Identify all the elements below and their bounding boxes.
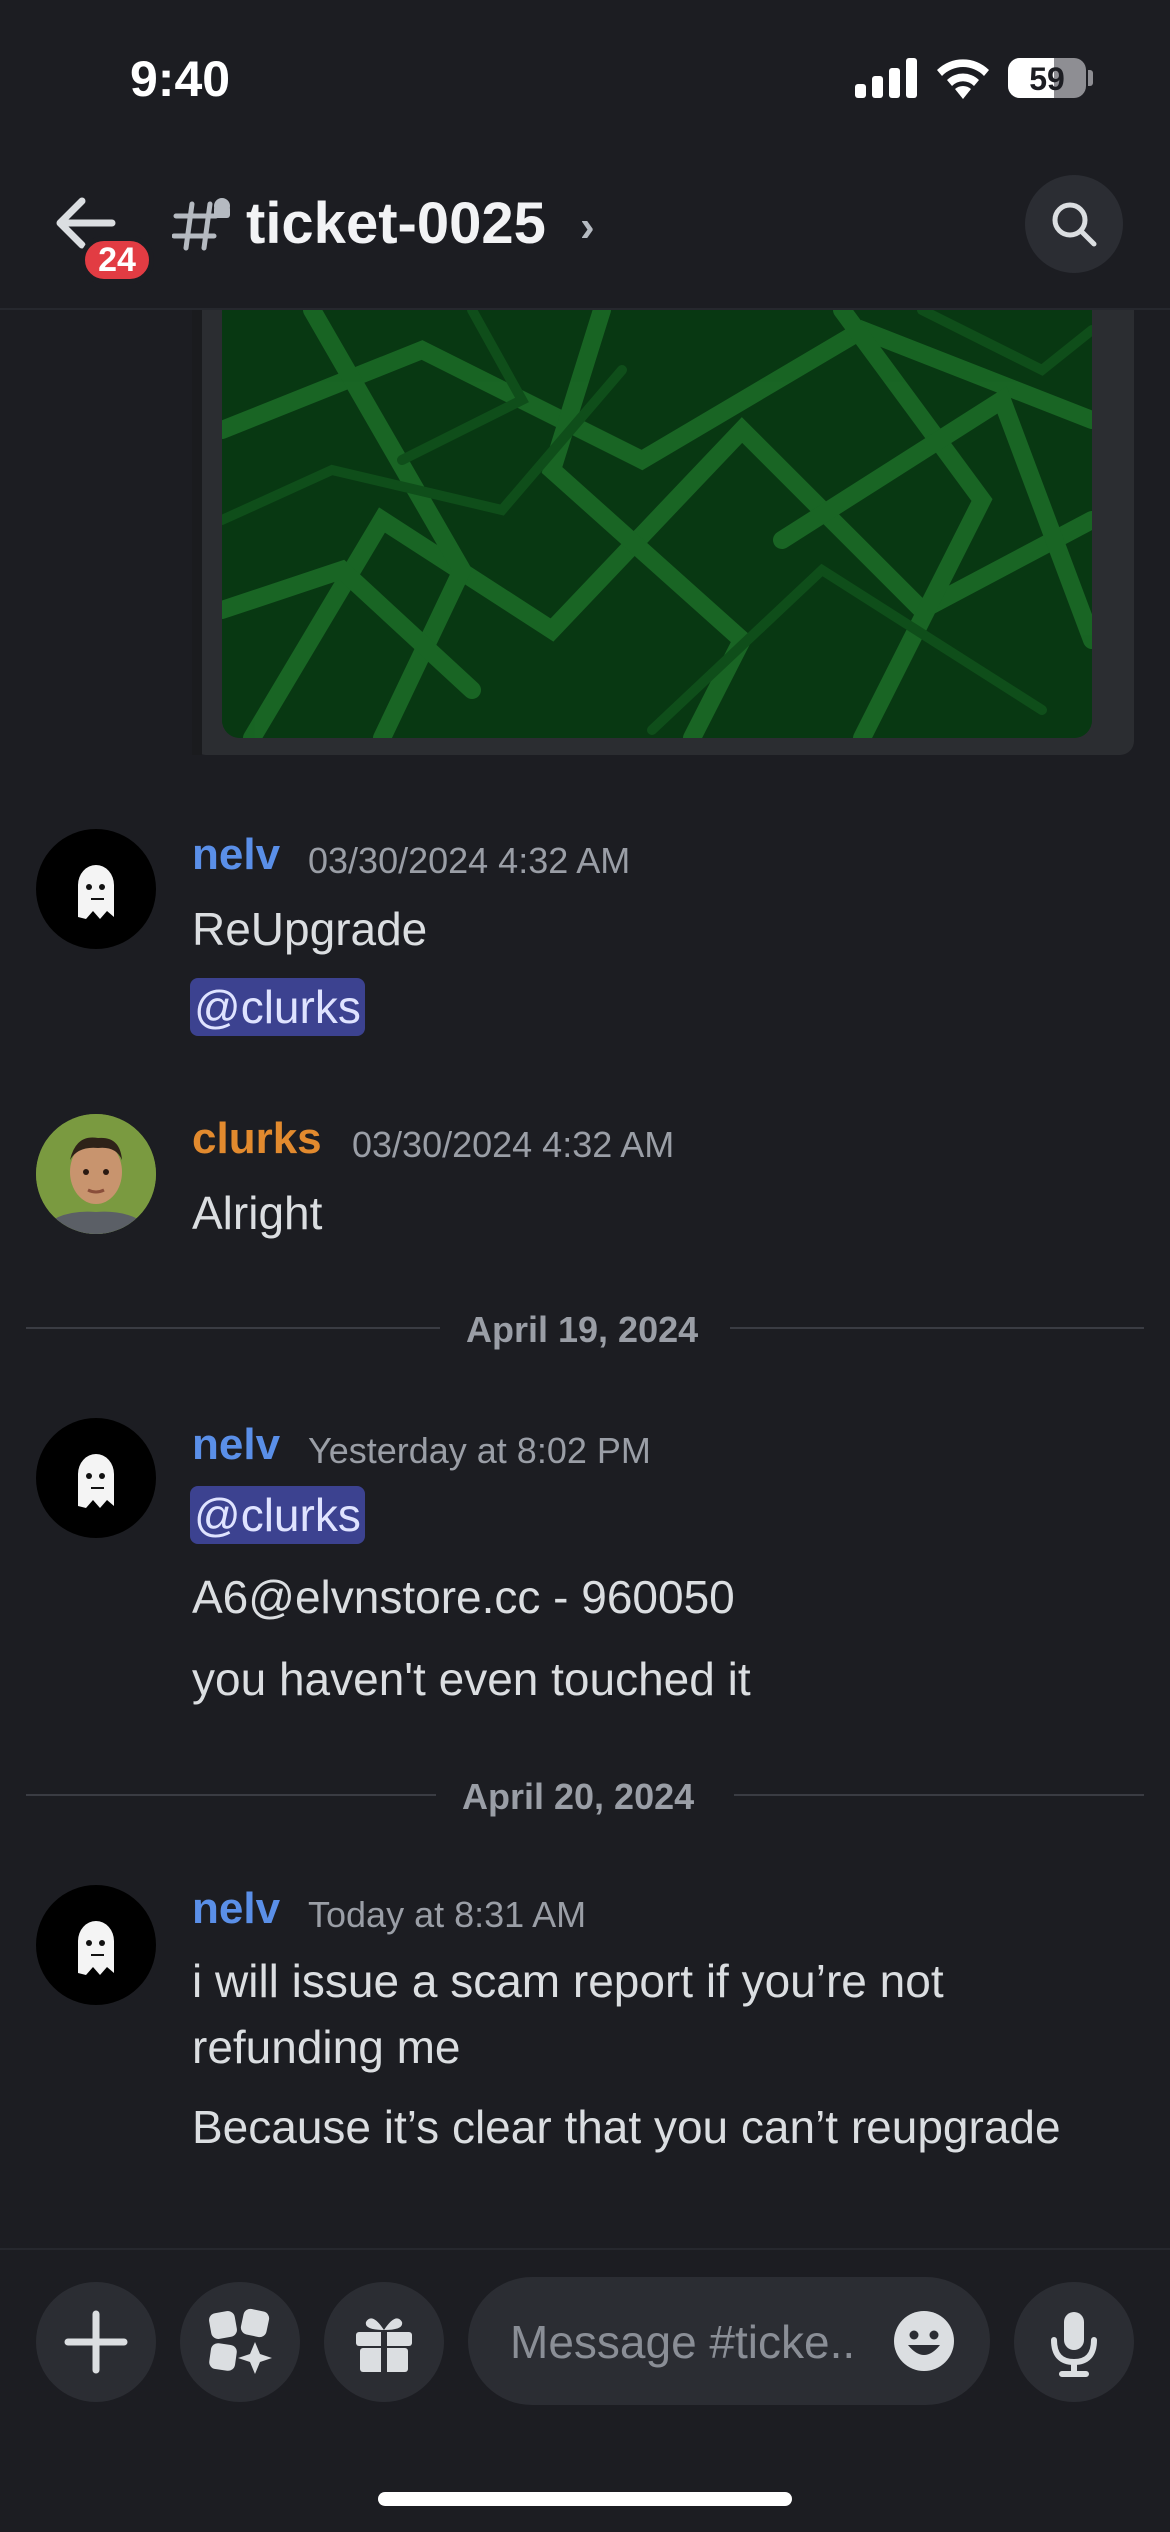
ghost-icon bbox=[78, 1454, 114, 1508]
date-divider-line bbox=[730, 1327, 1144, 1329]
message-timestamp: 03/30/2024 4:32 AM bbox=[308, 840, 631, 881]
embed-accent-bar bbox=[192, 310, 202, 755]
avatar-nelv[interactable] bbox=[36, 829, 156, 949]
plus-icon bbox=[64, 2310, 128, 2374]
embed-image[interactable] bbox=[222, 310, 1092, 738]
date-divider-line bbox=[26, 1794, 436, 1796]
avatar-nelv[interactable] bbox=[36, 1885, 156, 2005]
avatar-clurks[interactable] bbox=[36, 1114, 156, 1234]
date-divider: April 19, 2024 bbox=[466, 1309, 699, 1350]
signal-icon bbox=[855, 58, 917, 98]
ghost-icon bbox=[78, 865, 114, 919]
profile-photo bbox=[36, 1114, 156, 1234]
apps-button[interactable] bbox=[180, 2282, 300, 2402]
emoji-icon[interactable] bbox=[892, 2309, 956, 2373]
gift-icon bbox=[356, 2318, 412, 2374]
gift-button[interactable] bbox=[324, 2282, 444, 2402]
search-button[interactable] bbox=[1025, 175, 1123, 273]
apps-icon bbox=[209, 2308, 272, 2374]
battery-tip bbox=[1088, 70, 1093, 86]
message-author[interactable]: nelv bbox=[192, 1884, 280, 1934]
search-icon bbox=[1052, 202, 1097, 247]
composer-divider bbox=[0, 2248, 1170, 2250]
message-timestamp: Today at 8:31 AM bbox=[308, 1894, 587, 1935]
avatar-nelv[interactable] bbox=[36, 1418, 156, 1538]
message-text: refunding me bbox=[192, 2021, 461, 2073]
message-timestamp: 03/30/2024 4:32 AM bbox=[352, 1124, 675, 1165]
date-divider-line bbox=[26, 1327, 440, 1329]
message-author[interactable]: nelv bbox=[192, 830, 280, 880]
thread-channel-icon bbox=[172, 198, 230, 251]
message-text: ReUpgrade bbox=[192, 903, 428, 955]
message-timestamp: Yesterday at 8:02 PM bbox=[308, 1430, 651, 1471]
message-text: i will issue a scam report if you’re not bbox=[192, 1955, 944, 2007]
voice-message-button[interactable] bbox=[1014, 2282, 1134, 2402]
chevron-right-icon[interactable]: › bbox=[580, 202, 595, 252]
user-mention[interactable]: @clurks bbox=[190, 1486, 365, 1544]
wifi-icon bbox=[937, 59, 989, 99]
date-divider: April 20, 2024 bbox=[462, 1776, 695, 1817]
ghost-icon bbox=[78, 1921, 114, 1975]
battery-percent: 59 bbox=[1029, 61, 1065, 97]
unread-badge: 24 bbox=[80, 236, 154, 284]
message-text: A6@elvnstore.cc - 960050 bbox=[192, 1571, 735, 1623]
channel-title[interactable]: ticket-0025 bbox=[246, 190, 546, 257]
status-time: 9:40 bbox=[130, 51, 231, 107]
add-attachment-button[interactable] bbox=[36, 2282, 156, 2402]
date-divider-line bbox=[734, 1794, 1144, 1796]
battery-icon: 59 bbox=[1008, 58, 1086, 98]
message-input[interactable]: Message #ticke.. bbox=[468, 2277, 990, 2405]
message-text: Because it’s clear that you can’t reupgr… bbox=[192, 2101, 1061, 2153]
microphone-icon bbox=[1051, 2312, 1097, 2377]
user-mention[interactable]: @clurks bbox=[190, 978, 365, 1036]
message-input-placeholder: Message #ticke.. bbox=[510, 2316, 856, 2368]
message-author[interactable]: nelv bbox=[192, 1420, 280, 1470]
message-author[interactable]: clurks bbox=[192, 1114, 322, 1164]
message-text: you haven't even touched it bbox=[192, 1653, 751, 1705]
message-text: Alright bbox=[192, 1187, 323, 1239]
home-indicator[interactable] bbox=[378, 2492, 792, 2506]
